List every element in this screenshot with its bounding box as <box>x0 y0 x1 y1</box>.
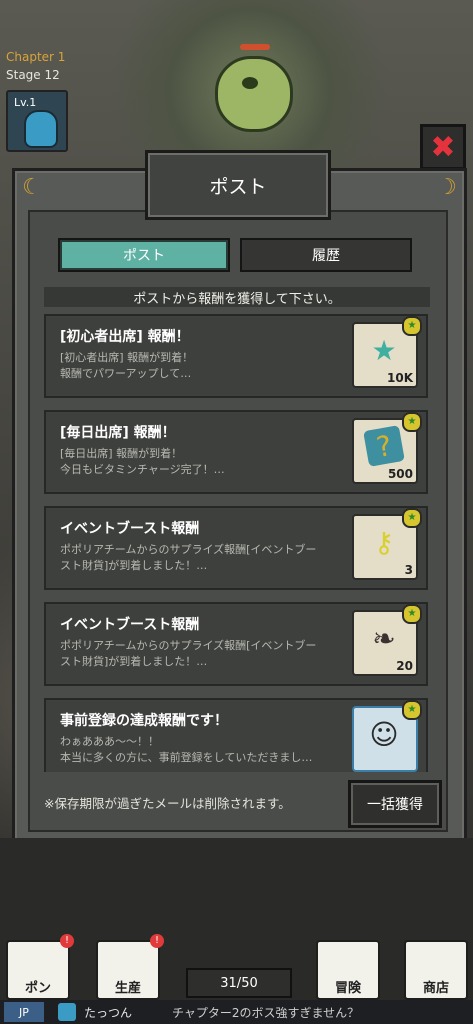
corner-ornament-icon: ☽ <box>437 175 457 200</box>
question-ticket-icon: ? <box>363 425 405 467</box>
instruction-banner: ポストから報酬を獲得して下さい。 <box>44 287 430 307</box>
mail-line2: 今日もビタミンチャージ完了！… <box>60 463 225 476</box>
nav-label: 商店 <box>422 981 449 996</box>
reward-quantity: 10K <box>387 371 413 385</box>
reward-quantity: 500 <box>387 467 413 481</box>
mail-title: イベントブースト報酬 <box>60 617 200 633</box>
mail-item[interactable]: [初心者出席] 報酬！ [初心者出席] 報酬が到着！ 報酬でパワーアップして… … <box>44 314 428 398</box>
scroll-icon: ❧ <box>372 621 396 655</box>
corner-ornament-icon: ☾ <box>22 175 42 200</box>
nav-label: 冒険 <box>334 981 361 996</box>
stage-label: Stage 12 <box>6 68 60 82</box>
chat-message: チャプター2のボス強すぎません？ <box>172 1005 360 1020</box>
reward-slot[interactable]: ★ 10K ★ <box>352 316 422 388</box>
chapter-label: Chapter 1 <box>6 50 66 64</box>
reward-slot[interactable]: ❧ 20 ★ <box>352 604 422 676</box>
mail-title: 事前登録の達成報酬です！ <box>60 713 228 729</box>
mail-title: [初心者出席] 報酬！ <box>60 329 190 345</box>
new-badge-icon: ★ <box>402 604 422 624</box>
enemy-hp-bar <box>240 44 270 50</box>
close-icon: ✖ <box>430 129 456 165</box>
mail-item[interactable]: [毎日出席] 報酬！ [毎日出席] 報酬が到着！ 今日もビタミンチャージ完了！…… <box>44 410 428 494</box>
nav-shop-button[interactable]: 商店 <box>404 940 468 1000</box>
alert-icon: ! <box>60 934 74 948</box>
mail-line2: スト財貨]が到着しました！… <box>60 559 208 572</box>
mail-line1: [初心者出席] 報酬が到着！ <box>60 351 194 364</box>
reward-slot[interactable]: ? 500 ★ <box>352 412 422 484</box>
nav-adventure-button[interactable]: 冒険 <box>316 940 380 1000</box>
expiry-note: ※保存期限が過ぎたメールは削除されます。 <box>44 796 291 811</box>
tab-history[interactable]: 履歴 <box>240 238 412 272</box>
mail-title: [毎日出席] 報酬！ <box>60 425 176 441</box>
capacity-counter: 31/50 <box>186 968 292 998</box>
player-level-box[interactable]: Lv.1 <box>6 90 68 152</box>
nav-label: ポン <box>24 981 51 996</box>
mail-line2: スト財貨]が到着しました！… <box>60 655 208 668</box>
nav-label: 生産 <box>114 981 141 996</box>
collect-all-button[interactable]: 一括獲得 <box>348 780 442 828</box>
mail-item[interactable]: 事前登録の達成報酬です！ わぁあああ〜〜！！ 本当に多くの方に、事前登録をしてい… <box>44 698 428 772</box>
character-portrait-icon: ☺ <box>369 717 399 751</box>
new-badge-icon: ★ <box>402 700 422 720</box>
mail-line2: 本当に多くの方に、事前登録をしていただきまし… <box>60 751 313 764</box>
new-badge-icon: ★ <box>402 412 422 432</box>
reward-slot[interactable]: ☺ ★ <box>352 700 422 772</box>
mail-item[interactable]: イベントブースト報酬 ポポリアチームからのサプライズ報酬[イベントブー スト財貨… <box>44 506 428 590</box>
modal-title: ポスト <box>145 150 331 220</box>
mail-line2: 報酬でパワーアップして… <box>60 367 192 380</box>
new-badge-icon: ★ <box>402 508 422 528</box>
mail-item[interactable]: イベントブースト報酬 ポポリアチームからのサプライズ報酬[イベントブー スト財貨… <box>44 602 428 686</box>
reward-quantity: 20 <box>396 659 413 673</box>
close-button[interactable]: ✖ <box>420 124 466 170</box>
nav-pon-button[interactable]: ! ポン <box>6 934 74 1000</box>
enemy-sprite <box>215 56 293 132</box>
language-button[interactable]: JP <box>4 1002 44 1022</box>
player-portrait-icon <box>24 110 58 148</box>
mail-title: イベントブースト報酬 <box>60 521 200 537</box>
tab-post[interactable]: ポスト <box>58 238 230 272</box>
alert-icon: ! <box>150 934 164 948</box>
level-label: Lv.1 <box>14 96 37 109</box>
mail-line1: ポポリアチームからのサプライズ報酬[イベントブー <box>60 639 317 652</box>
mail-line1: ポポリアチームからのサプライズ報酬[イベントブー <box>60 543 317 556</box>
star-icon: ★ <box>371 333 397 367</box>
chat-username: たっつん <box>84 1005 133 1020</box>
reward-quantity: 3 <box>404 563 413 577</box>
chat-avatar-icon <box>58 1003 76 1021</box>
key-icon: ⚷ <box>373 525 395 559</box>
mail-line1: [毎日出席] 報酬が到着！ <box>60 447 183 460</box>
new-badge-icon: ★ <box>402 316 422 336</box>
mail-list[interactable]: [初心者出席] 報酬！ [初心者出席] 報酬が到着！ 報酬でパワーアップして… … <box>34 314 438 772</box>
mail-line1: わぁあああ〜〜！！ <box>60 735 159 748</box>
nav-production-button[interactable]: ! 生産 <box>96 934 164 1000</box>
reward-slot[interactable]: ⚷ 3 ★ <box>352 508 422 580</box>
chat-bar[interactable]: JP たっつん チャプター2のボス強すぎません？ <box>0 1000 473 1024</box>
